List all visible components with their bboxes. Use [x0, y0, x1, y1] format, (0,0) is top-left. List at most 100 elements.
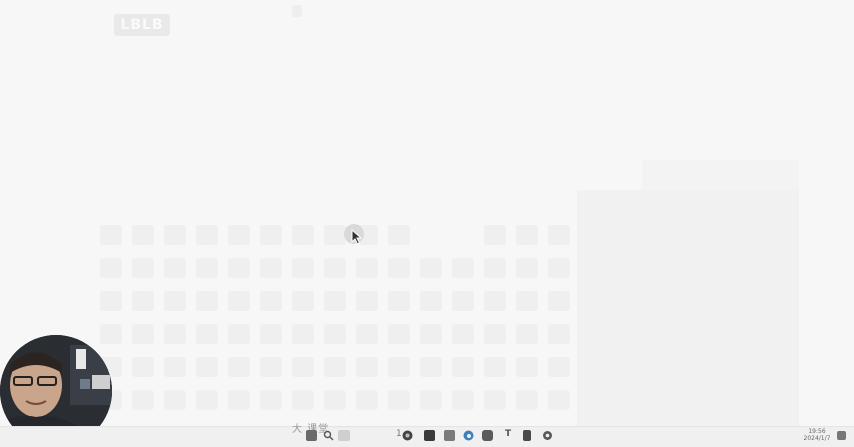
- faint-grid-cell: [228, 291, 250, 311]
- clock-time: 19:56: [808, 428, 826, 435]
- faint-grid-cell: [196, 291, 218, 311]
- faint-grid-cell: [420, 258, 442, 278]
- faint-grid-cell: [196, 390, 218, 410]
- faint-grid-cell: [420, 357, 442, 377]
- faint-grid-cell: [132, 357, 154, 377]
- faint-grid-cell: [452, 357, 474, 377]
- faint-grid-cell: [548, 225, 570, 245]
- faint-grid-cell: [196, 324, 218, 344]
- faint-grid-cell: [516, 258, 538, 278]
- document-icon[interactable]: [523, 430, 531, 441]
- faint-grid-cell: [292, 324, 314, 344]
- faint-grid-cell: [164, 324, 186, 344]
- faint-grid-cell: [292, 225, 314, 245]
- faint-grid-cell: [484, 258, 506, 278]
- faint-grid-cell: [292, 291, 314, 311]
- faint-grid-cell: [388, 291, 410, 311]
- faint-grid-cell: [388, 324, 410, 344]
- faint-grid-cell: [388, 357, 410, 377]
- faint-grid-cell: [516, 225, 538, 245]
- faint-grid-cell: [356, 324, 378, 344]
- notification-icon[interactable]: [836, 430, 847, 441]
- faint-grid-cell: [324, 225, 346, 245]
- faint-grid-cell: [388, 390, 410, 410]
- faint-grid-cell: [356, 291, 378, 311]
- faint-grid-cell: [260, 291, 282, 311]
- start-icon[interactable]: [306, 430, 317, 441]
- faint-grid-cell: [292, 258, 314, 278]
- mouse-pointer-icon: [351, 229, 363, 245]
- faint-grid-cell: [516, 324, 538, 344]
- faint-grid-cell: [196, 258, 218, 278]
- faint-cell-grid: [100, 225, 580, 425]
- faint-grid-cell: [228, 324, 250, 344]
- page-title-chip: LBLB: [114, 14, 170, 36]
- faint-grid-cell: [548, 324, 570, 344]
- faint-grid-cell: [164, 291, 186, 311]
- faint-grid-cell: [548, 390, 570, 410]
- faint-grid-cell: [260, 324, 282, 344]
- faint-grid-cell: [228, 258, 250, 278]
- faint-grid-cell: [260, 258, 282, 278]
- faint-grid-cell: [452, 324, 474, 344]
- faint-grid-cell: [164, 225, 186, 245]
- faint-grid-cell: [452, 258, 474, 278]
- faint-grid-cell: [132, 258, 154, 278]
- faint-grid-cell: [516, 291, 538, 311]
- faint-grid-cell: [356, 357, 378, 377]
- faint-grid-cell: [100, 225, 122, 245]
- camera-icon[interactable]: [482, 430, 493, 441]
- faint-grid-cell: [452, 390, 474, 410]
- faint-grid-cell: [324, 390, 346, 410]
- edge-icon[interactable]: [463, 430, 474, 441]
- clock-date: 2024/1/7: [803, 435, 831, 442]
- faint-grid-cell: [228, 225, 250, 245]
- settings-icon[interactable]: [542, 430, 553, 441]
- faint-grid-cell: [260, 357, 282, 377]
- faint-grid-cell: [100, 324, 122, 344]
- faint-grid-cell: [356, 258, 378, 278]
- faint-grid-cell: [516, 390, 538, 410]
- taskbar-item-number[interactable]: 1: [396, 429, 402, 439]
- faint-grid-cell: [324, 291, 346, 311]
- faint-grid-cell: [324, 258, 346, 278]
- taskbar-clock[interactable]: 19:56 2024/1/7: [802, 428, 832, 442]
- faint-grid-cell: [164, 258, 186, 278]
- taskview-icon[interactable]: [338, 430, 350, 441]
- faint-grid-cell: [388, 225, 410, 245]
- faint-grid-cell: [100, 258, 122, 278]
- faint-grid-cell: [196, 357, 218, 377]
- faint-grid-cell: [260, 225, 282, 245]
- faint-grid-cell: [228, 390, 250, 410]
- folder-icon[interactable]: [444, 430, 455, 441]
- faint-grid-cell: [292, 390, 314, 410]
- faint-grid-cell: [452, 291, 474, 311]
- faint-grid-cell: [420, 291, 442, 311]
- faint-grid-cell: [548, 357, 570, 377]
- faint-grid-cell: [132, 225, 154, 245]
- faint-grid-cell: [484, 390, 506, 410]
- faint-grid-cell: [484, 324, 506, 344]
- faint-grid-cell: [484, 357, 506, 377]
- search-icon[interactable]: [323, 430, 334, 441]
- faint-grid-cell: [324, 324, 346, 344]
- faint-grid-cell: [260, 390, 282, 410]
- chrome-icon[interactable]: [402, 430, 413, 441]
- right-panel: [577, 190, 799, 428]
- faint-grid-cell: [132, 291, 154, 311]
- faint-grid-cell: [484, 225, 506, 245]
- faint-grid-cell: [132, 390, 154, 410]
- files-icon[interactable]: [424, 430, 435, 441]
- faint-grid-cell: [228, 357, 250, 377]
- right-panel-header: [642, 160, 799, 192]
- faint-grid-cell: [292, 357, 314, 377]
- faint-toolbar-mark: [292, 5, 302, 17]
- faint-grid-cell: [420, 390, 442, 410]
- faint-grid-cell: [100, 291, 122, 311]
- faint-grid-cell: [164, 357, 186, 377]
- text-icon[interactable]: T: [505, 429, 511, 439]
- faint-grid-cell: [516, 357, 538, 377]
- faint-grid-cell: [356, 390, 378, 410]
- faint-grid-cell: [324, 357, 346, 377]
- faint-grid-cell: [164, 390, 186, 410]
